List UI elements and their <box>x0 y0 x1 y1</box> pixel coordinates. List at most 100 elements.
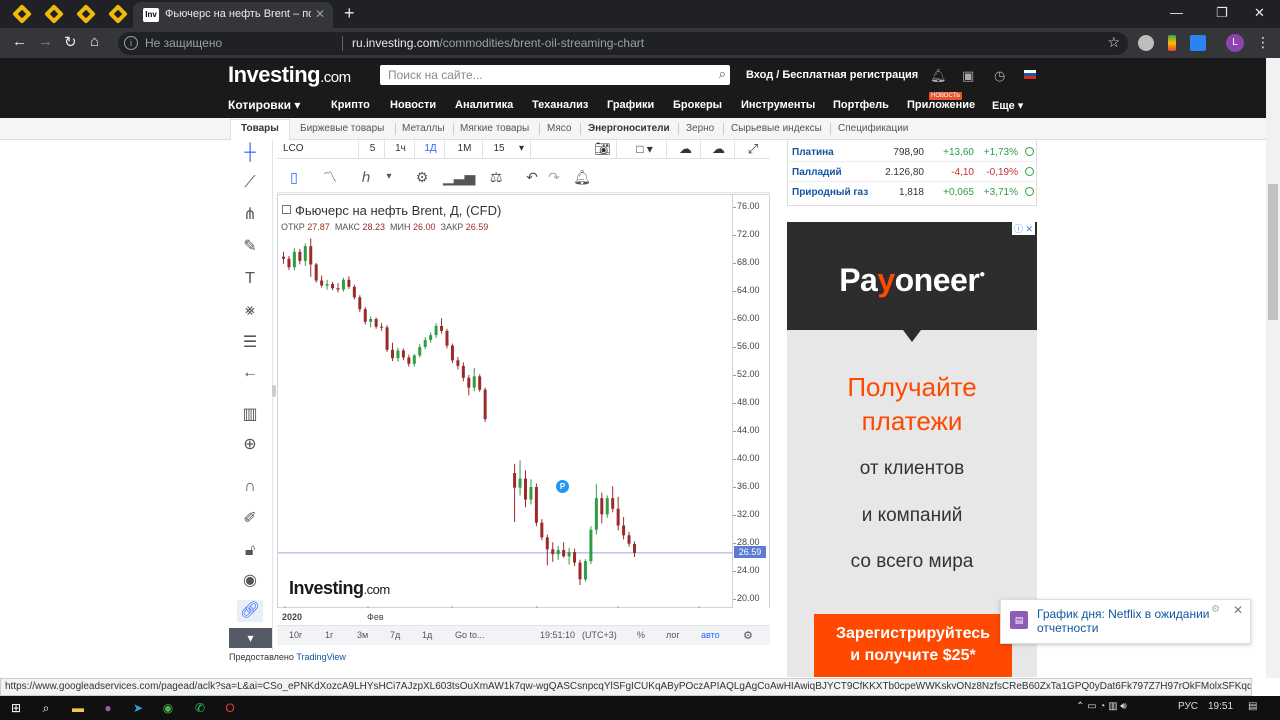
login-register-link[interactable]: Вход / Бесплатная регистрация <box>746 69 918 81</box>
opera-icon[interactable]: O <box>222 700 238 716</box>
forward-icon[interactable]: → <box>38 33 53 50</box>
quote-row[interactable]: Природный газ 1,818 +0,065 +3,71% <box>788 183 1038 202</box>
nav-brokers[interactable]: Брокеры <box>673 99 722 111</box>
range-1y[interactable]: 1г <box>325 630 333 640</box>
event-marker[interactable]: P <box>556 480 569 493</box>
fullscreen-icon[interactable]: ⤢ <box>739 140 767 158</box>
zoom-in-icon[interactable]: ⊕ <box>237 434 263 456</box>
interval-dropdown-icon[interactable]: ▾ <box>513 140 531 158</box>
profile-avatar[interactable]: L <box>1226 34 1244 52</box>
browser-menu-icon[interactable]: ⋮ <box>1256 34 1270 51</box>
collapse-legend-icon[interactable] <box>282 205 291 214</box>
crosshair-icon[interactable]: ┼ <box>237 142 263 164</box>
nav-tools[interactable]: Инструменты <box>741 99 815 111</box>
keyboard-language[interactable]: РУС <box>1178 701 1198 712</box>
indicators-dropdown-icon[interactable]: ▾ <box>379 166 399 188</box>
clock-icon[interactable]: ◷ <box>994 68 1005 84</box>
nav-tech-analysis[interactable]: Теханализ <box>532 99 588 111</box>
briefcase-icon[interactable]: ▣ <box>962 68 974 84</box>
maximize-icon[interactable]: ❐ <box>1216 5 1228 21</box>
pitchfork-icon[interactable]: ⋔ <box>237 204 263 226</box>
brush-icon[interactable]: ✎ <box>237 236 263 258</box>
time-axis[interactable]: 2020 Фев <box>277 608 770 625</box>
back-icon[interactable]: ← <box>12 33 27 50</box>
subnav-exchange-commodities[interactable]: Биржевые товары <box>300 123 384 134</box>
windows-start-icon[interactable]: ⊞ <box>8 700 24 716</box>
candles-icon[interactable]: ▯ <box>279 166 309 188</box>
ad-cta-button[interactable]: Зарегистрируйтесь и получите $25* <box>814 614 1012 677</box>
tab-close-icon[interactable]: ✕ <box>315 7 325 21</box>
interval-1d[interactable]: 1Д <box>417 140 445 158</box>
range-7d[interactable]: 7д <box>390 630 400 640</box>
chrome-icon[interactable]: ◉ <box>160 700 176 716</box>
fib-icon[interactable]: ☰ <box>237 332 263 354</box>
interval-1h[interactable]: 1ч <box>387 140 415 158</box>
subnav-indices[interactable]: Сырьевые индексы <box>731 123 822 134</box>
pinned-tab-binance-icon[interactable] <box>44 4 64 24</box>
tradingview-link[interactable]: TradingView <box>296 652 346 662</box>
goto-button[interactable]: Go to... <box>455 630 485 640</box>
notification-close-icon[interactable]: ✕ <box>1233 603 1243 617</box>
nav-analytics[interactable]: Аналитика <box>455 99 513 111</box>
indicators-icon[interactable]: ℎ <box>351 166 381 188</box>
trend-line-icon[interactable]: ⟋ <box>237 172 263 194</box>
range-1d[interactable]: 1д <box>422 630 432 640</box>
redo-icon[interactable]: ↷ <box>539 166 569 188</box>
search-icon[interactable]: ⌕ <box>38 700 54 716</box>
home-icon[interactable]: ⌂ <box>90 33 99 50</box>
range-10y[interactable]: 10г <box>289 630 302 640</box>
eye-icon[interactable]: ◉ <box>237 570 263 592</box>
minimize-icon[interactable]: — <box>1170 5 1183 20</box>
interval-1m[interactable]: 1М <box>447 140 483 158</box>
measure-icon[interactable]: ▥ <box>237 404 263 426</box>
bell-icon[interactable]: 🔔︎ <box>930 68 947 84</box>
chart-of-day-notification[interactable]: ▤ График дня: Netflix в ожидании отчетно… <box>1000 599 1251 644</box>
quote-row[interactable]: Палладий 2.126,80 -4,10 -0,19% <box>788 163 1038 182</box>
nav-more[interactable]: Еще ▾ <box>992 99 1023 112</box>
notifications-icon[interactable]: ▤ <box>1248 701 1257 712</box>
page-scrollbar[interactable] <box>1266 58 1280 678</box>
subnav-meat[interactable]: Мясо <box>547 123 571 134</box>
settings-gear-icon[interactable]: ⚙ <box>407 166 437 188</box>
site-info-icon[interactable]: i <box>124 36 138 50</box>
arrow-back-icon[interactable]: ← <box>237 362 263 384</box>
nav-quotes[interactable]: Котировки ▾ <box>228 98 300 112</box>
scales-icon[interactable]: ⚖ <box>481 166 511 188</box>
pinned-tab-binance-icon[interactable] <box>108 4 128 24</box>
extension-icon[interactable] <box>1138 35 1154 51</box>
pattern-icon[interactable]: ⨳ <box>237 300 263 322</box>
ad-info-icon[interactable]: ⓘ ✕ <box>1011 222 1035 235</box>
interval-5[interactable]: 5 <box>361 140 385 158</box>
whatsapp-icon[interactable]: ✆ <box>192 700 208 716</box>
alert-icon[interactable]: 🔔︎ <box>567 166 597 188</box>
link-icon[interactable]: 🔗︎ <box>237 600 263 622</box>
lock-icon[interactable]: 🔓︎ <box>237 540 263 562</box>
collapse-toolbar-button[interactable]: ▾ <box>229 628 272 648</box>
app-icon[interactable]: ● <box>100 700 116 716</box>
chart-timezone[interactable]: (UTC+3) <box>582 630 617 640</box>
subnav-grains[interactable]: Зерно <box>686 123 714 134</box>
notification-text[interactable]: График дня: Netflix в ожидании отчетност… <box>1037 607 1217 635</box>
quote-row[interactable]: Платина 798,90 +13,60 +1,73% <box>788 143 1038 162</box>
auto-scale-toggle[interactable]: авто <box>701 630 720 640</box>
address-bar[interactable]: i Не защищено ru.investing.com/commoditi… <box>118 32 1128 55</box>
camera-icon[interactable]: 📷︎ <box>589 140 617 158</box>
url-text[interactable]: ru.investing.com/commodities/brent-oil-s… <box>352 36 644 50</box>
cloud-upload-icon[interactable]: ☁ <box>703 140 735 158</box>
pinned-tab-binance-icon[interactable] <box>12 4 32 24</box>
reload-icon[interactable]: ↻ <box>64 33 77 51</box>
color-picker-icon[interactable]: □ ▾ <box>623 140 667 158</box>
window-close-icon[interactable]: ✕ <box>1254 5 1265 21</box>
panel-resize-handle[interactable] <box>272 385 276 397</box>
log-scale-toggle[interactable]: лог <box>666 630 680 640</box>
range-3m[interactable]: 3м <box>357 630 368 640</box>
active-tab[interactable]: Inv Фьючерс на нефть Brent – пото ✕ <box>133 2 333 28</box>
subnav-commodities[interactable]: Товары <box>230 119 290 140</box>
percent-scale-toggle[interactable]: % <box>637 630 645 640</box>
nav-crypto[interactable]: Крипто <box>331 99 370 111</box>
subnav-energy[interactable]: Энергоносители <box>588 123 670 134</box>
lock-drawing-icon[interactable]: ✐ <box>237 508 263 530</box>
pinned-tab-binance-icon[interactable] <box>76 4 96 24</box>
telegram-icon[interactable]: ➤ <box>130 700 146 716</box>
taskbar-clock[interactable]: 19:51 <box>1208 701 1233 712</box>
